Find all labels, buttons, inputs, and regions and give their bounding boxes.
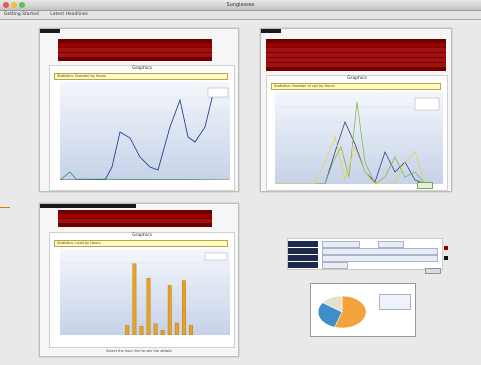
bar[interactable]: [167, 285, 172, 335]
decorative-accent: [0, 207, 10, 208]
legend-box: [414, 97, 440, 111]
date-field[interactable]: [378, 241, 404, 248]
form-label: [288, 262, 318, 268]
table-footer: [58, 223, 212, 227]
option-row[interactable]: [322, 248, 438, 255]
legend-box: [204, 252, 228, 261]
date-field[interactable]: [322, 241, 360, 248]
bar[interactable]: [182, 280, 186, 335]
bar[interactable]: [132, 263, 137, 335]
option-row[interactable]: [322, 255, 438, 262]
pie-legend: [379, 294, 411, 310]
bookmark-latest-headlines[interactable]: Latest Headlines: [50, 12, 88, 17]
bar[interactable]: [174, 322, 179, 335]
chart-title: Graphics: [132, 233, 152, 238]
filter-form: [287, 238, 443, 270]
panel-top-left: Graphics Statistics: Number by Hours: [39, 28, 239, 192]
chart-footer-hint: Select the hour line to see the details: [106, 349, 172, 353]
side-action-button[interactable]: [444, 246, 448, 250]
bar[interactable]: [146, 278, 151, 335]
pie-chart: [310, 283, 416, 337]
bar-chart-plot: [60, 249, 230, 335]
form-label: [288, 255, 318, 261]
chart-subtitle: Statistics: Number by Hours: [54, 73, 228, 80]
chart-detail-button[interactable]: [417, 182, 433, 189]
line-chart-plot: [60, 82, 230, 180]
side-action-button[interactable]: [444, 256, 448, 260]
window-title: Sunglasses: [226, 2, 255, 8]
table-footer: [58, 57, 212, 61]
pie-slices: [317, 295, 367, 329]
multi-line-chart: Graphics Statistics: Number of call by H…: [266, 75, 448, 191]
chart-title: Graphics: [132, 66, 152, 71]
bar[interactable]: [189, 325, 193, 335]
form-label: [288, 248, 318, 254]
line-chart: Graphics Statistics: Number by Hours: [49, 65, 235, 191]
bar[interactable]: [139, 326, 144, 335]
panel-top-right: Graphics Statistics: Number of call by H…: [260, 28, 452, 192]
panel-tag: [261, 29, 281, 33]
table-footer: [266, 67, 446, 71]
bar-chart: Graphics Statistics: Load by Hours: [49, 232, 235, 348]
bookmarks-bar: Getting Started Latest Headlines: [0, 11, 481, 20]
form-submit-button[interactable]: [425, 268, 441, 274]
bar[interactable]: [160, 330, 165, 335]
legend-box: [207, 87, 229, 98]
window-titlebar: Sunglasses: [0, 0, 481, 11]
panel-bottom-left: Graphics Statistics: Load by Hours Selec…: [39, 203, 239, 357]
chart-subtitle: Statistics: Number of call by Hours: [271, 83, 441, 90]
chart-title: Graphics: [347, 76, 367, 81]
panel-tag: [40, 204, 136, 208]
panel-tag: [40, 29, 60, 33]
bar[interactable]: [125, 325, 130, 335]
multi-line-chart-plot: [275, 92, 443, 184]
option-field[interactable]: [322, 262, 348, 269]
pie-chart-plot: [317, 295, 367, 329]
chart-subtitle: Statistics: Load by Hours: [54, 240, 228, 247]
bar[interactable]: [153, 323, 158, 335]
bookmark-getting-started[interactable]: Getting Started: [4, 12, 39, 17]
form-label: [288, 241, 318, 247]
